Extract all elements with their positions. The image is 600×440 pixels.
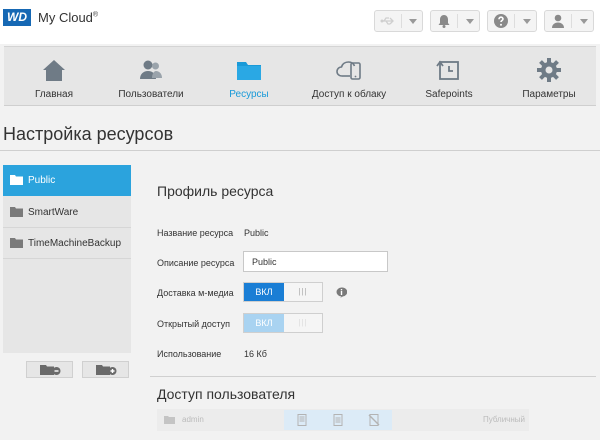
- nav-item-cloud-access[interactable]: Доступ к облаку: [299, 47, 399, 107]
- nav-label: Пользователи: [118, 89, 184, 100]
- cloud-device-icon: [336, 61, 361, 80]
- nav-label: Доступ к облаку: [311, 89, 387, 100]
- chevron-down-icon: [409, 19, 417, 24]
- nav-label: Safepoints: [425, 89, 473, 100]
- media-serving-label: Доставка м-медиа: [157, 288, 234, 298]
- divider: [571, 14, 572, 28]
- user-name: admin: [182, 415, 204, 424]
- share-label: TimeMachineBackup: [28, 238, 122, 249]
- nav-label: Параметры: [522, 89, 576, 100]
- gear-icon: [537, 58, 561, 82]
- share-description-label: Описание ресурса: [157, 258, 235, 268]
- read-only-option[interactable]: [320, 410, 356, 430]
- main-nav: Главная Пользователи Ресурсы Доступ к об…: [4, 46, 596, 106]
- nav-item-shares[interactable]: Ресурсы: [199, 47, 299, 107]
- app-title-text: My Cloud: [38, 10, 93, 25]
- nav-item-safepoints[interactable]: Safepoints: [399, 47, 499, 107]
- bell-icon: [438, 15, 450, 28]
- trademark: ®: [92, 11, 99, 19]
- folder-icon: [10, 175, 23, 185]
- folder-icon: [164, 416, 175, 424]
- deny-access-option[interactable]: [356, 410, 392, 430]
- divider: [457, 14, 458, 28]
- home-icon: [43, 60, 65, 81]
- folder-icon: [10, 238, 23, 248]
- account-button[interactable]: [544, 10, 594, 32]
- document-edit-icon: [297, 414, 307, 426]
- user-access-title: Доступ пользователя: [157, 386, 296, 402]
- nav-item-users[interactable]: Пользователи: [101, 47, 201, 107]
- page-title: Настройка ресурсов: [3, 124, 174, 144]
- alerts-button[interactable]: [430, 10, 480, 32]
- usage-label: Использование: [157, 349, 222, 359]
- share-name-label: Название ресурса: [157, 228, 234, 238]
- nav-item-home[interactable]: Главная: [4, 47, 104, 107]
- share-profile-title: Профиль ресурса: [157, 183, 274, 199]
- media-serving-toggle[interactable]: ВКЛ |||: [243, 282, 323, 302]
- share-label: Public: [28, 175, 56, 186]
- access-status: Публичный: [482, 415, 525, 424]
- share-list: Public SmartWare TimeMachineBackup: [3, 165, 131, 353]
- usage-value: 16 Кб: [244, 349, 267, 359]
- chevron-down-icon: [580, 19, 588, 24]
- share-name-value: Public: [244, 228, 269, 238]
- chevron-down-icon: [466, 19, 474, 24]
- wd-logo: WD: [3, 9, 31, 26]
- nav-label: Ресурсы: [229, 89, 269, 100]
- app-header: WD My Cloud®: [0, 0, 600, 44]
- help-button[interactable]: [487, 10, 537, 32]
- chevron-down-icon: [523, 19, 531, 24]
- safepoint-icon: [436, 60, 459, 80]
- nav-label: Главная: [34, 89, 74, 100]
- folder-add-icon: [96, 365, 117, 375]
- help-icon: [494, 14, 508, 28]
- folder-icon: [10, 207, 23, 217]
- share-item-timemachinebackup[interactable]: TimeMachineBackup: [3, 228, 131, 259]
- divider: [150, 376, 596, 377]
- usb-button[interactable]: [374, 10, 423, 32]
- folder-icon: [237, 62, 261, 80]
- remove-share-button[interactable]: [26, 361, 73, 378]
- divider: [514, 14, 515, 28]
- share-label: SmartWare: [28, 207, 79, 218]
- document-deny-icon: [368, 414, 380, 426]
- users-icon: [140, 60, 162, 79]
- app-title: My Cloud®: [38, 10, 98, 25]
- folder-remove-icon: [40, 365, 61, 375]
- full-access-option[interactable]: [284, 410, 320, 430]
- document-icon: [333, 414, 343, 426]
- table-row: admin Публичный: [157, 409, 529, 431]
- share-item-public[interactable]: Public: [3, 165, 131, 196]
- divider: [0, 150, 600, 151]
- info-icon[interactable]: [336, 287, 347, 298]
- add-share-button[interactable]: [82, 361, 129, 378]
- toggle-handle: |||: [284, 314, 322, 332]
- divider: [401, 14, 402, 28]
- user-icon: [552, 14, 564, 28]
- toggle-on: ВКЛ: [244, 314, 284, 332]
- toggle-on: ВКЛ: [244, 283, 284, 301]
- toggle-handle: |||: [284, 283, 322, 301]
- public-access-toggle[interactable]: ВКЛ |||: [243, 313, 323, 333]
- share-description-input[interactable]: [243, 251, 388, 272]
- public-access-label: Открытый доступ: [157, 319, 231, 329]
- permission-group: [284, 410, 392, 430]
- usb-icon: [380, 17, 394, 25]
- share-item-smartware[interactable]: SmartWare: [3, 197, 131, 228]
- nav-item-settings[interactable]: Параметры: [499, 47, 599, 107]
